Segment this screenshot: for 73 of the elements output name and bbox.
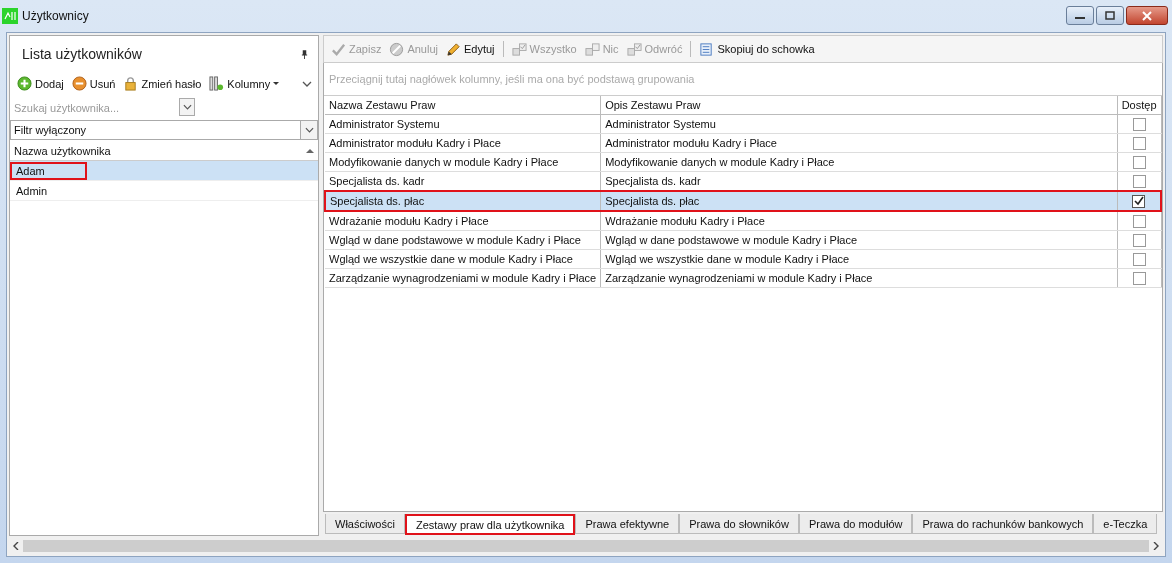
table-cell: Wgląd w dane podstawowe w module Kadry i Płace (325, 230, 601, 250)
caret-icon (273, 81, 280, 86)
column-header[interactable]: Nazwa Zestawu Praw (325, 96, 601, 115)
checkboxes-icon (584, 41, 600, 57)
access-checkbox[interactable] (1132, 194, 1146, 208)
table-cell: Administrator modułu Kadry i Płace (600, 133, 1118, 153)
access-checkbox[interactable] (1132, 155, 1146, 169)
access-checkbox[interactable] (1132, 271, 1146, 285)
toolbar-button[interactable]: Zmień hasło (120, 74, 205, 93)
table-cell: Zarządzanie wynagrodzeniami w module Kadry i Płace (325, 268, 601, 288)
table-cell: Administrator Systemu (325, 114, 601, 134)
close-button[interactable] (1126, 6, 1168, 25)
table-cell: Modyfikowanie danych w module Kadry i Płace (325, 152, 601, 172)
scroll-left-icon[interactable] (13, 542, 19, 550)
table-cell: Specjalista ds. płac (325, 191, 601, 211)
tab[interactable]: Prawa efektywne (575, 514, 680, 534)
table-cell: Specjalista ds. płac (600, 191, 1118, 211)
app-icon (2, 8, 18, 24)
lock-icon (123, 76, 139, 91)
table-cell: Wgląd w dane podstawowe w module Kadry i Płace (600, 230, 1118, 250)
access-checkbox[interactable] (1132, 252, 1146, 266)
chevron-down-icon (182, 104, 192, 110)
toolbar-button[interactable]: Kolumny (206, 74, 283, 93)
column-header[interactable]: Dostęp (1117, 96, 1161, 115)
pin-icon[interactable] (301, 49, 308, 59)
table-cell: Modyfikowanie danych w module Kadry i Płace (600, 152, 1118, 172)
maximize-icon (1104, 10, 1116, 21)
tab[interactable]: Prawa do rachunków bankowych (912, 514, 1094, 534)
cancel-icon (389, 41, 405, 57)
tab[interactable]: Prawa do słowników (679, 514, 799, 534)
toolbar-button[interactable]: Dodaj (14, 74, 67, 93)
chevron-down-icon (304, 127, 314, 133)
user-row[interactable]: Adam (10, 161, 318, 181)
tab[interactable]: Zestawy praw dla użytkownika (404, 514, 576, 535)
tab[interactable]: e-Teczka (1093, 514, 1158, 534)
column-header[interactable]: Opis Zestawu Praw (600, 96, 1118, 115)
panel-title: Lista użytkowników (22, 46, 142, 62)
access-checkbox[interactable] (1132, 136, 1146, 150)
scroll-right-icon[interactable] (1153, 542, 1159, 550)
maximize-button[interactable] (1096, 6, 1124, 25)
table-cell: Wdrażanie modułu Kadry i Płace (325, 211, 601, 231)
access-checkbox[interactable] (1132, 174, 1146, 188)
checkmark-icon (331, 41, 346, 57)
table-cell: Administrator modułu Kadry i Płace (325, 133, 601, 153)
plus-icon (17, 76, 32, 91)
tab[interactable]: Prawa do modułów (798, 514, 913, 534)
tab[interactable]: Właściwości (325, 514, 405, 534)
filter-dropdown[interactable]: Filtr wyłączony (10, 120, 318, 140)
table-cell: Wgląd we wszystkie dane w module Kadry i Płace (325, 249, 601, 269)
table-cell: Administrator Systemu (600, 114, 1118, 134)
minus-icon (71, 76, 87, 91)
pencil-icon (446, 41, 461, 57)
close-icon (1141, 10, 1153, 21)
toolbar-button[interactable]: Skopiuj do schowka (696, 39, 818, 59)
checkboxes-icon (626, 41, 642, 57)
toolbar-button[interactable]: Usuń (68, 74, 119, 93)
toolbar-button[interactable]: Edytuj (443, 39, 498, 59)
document-icon (699, 41, 715, 57)
columns-icon (209, 76, 225, 91)
table-cell: Zarządzanie wynagrodzeniami w module Kadry i Płace (600, 268, 1118, 288)
dropdown-button[interactable] (179, 98, 195, 116)
window-title: Użytkownicy (22, 9, 89, 23)
access-checkbox[interactable] (1132, 117, 1146, 131)
access-checkbox[interactable] (1132, 214, 1146, 228)
minimize-button[interactable] (1066, 6, 1094, 25)
user-row[interactable]: Admin (10, 181, 318, 201)
table-cell: Wgląd we wszystkie dane w module Kadry i Płace (600, 249, 1118, 269)
checkboxes-icon (511, 41, 527, 57)
group-hint: Przeciągnij tutaj nagłówek kolumny, jeśli ma ona być podstawą grupowania (324, 63, 1162, 96)
sort-arrow-icon (306, 148, 314, 153)
chevron-down-icon[interactable] (302, 80, 312, 87)
table-cell: Wdrażanie modułu Kadry i Płace (600, 211, 1118, 231)
access-checkbox[interactable] (1132, 233, 1146, 247)
